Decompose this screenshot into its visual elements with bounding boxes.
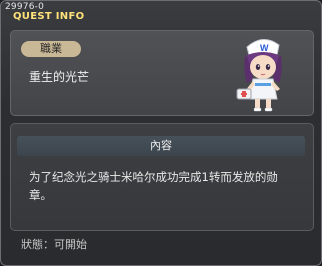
quest-content-panel: 內容 为了纪念光之骑士米哈尔成功完成1转而发放的勋章。 bbox=[10, 123, 314, 231]
quest-summary-panel: 職業 重生的光芒 W bbox=[10, 30, 314, 116]
content-text: 为了纪念光之骑士米哈尔成功完成1转而发放的勋章。 bbox=[29, 170, 278, 202]
quest-info-window: 29976-0 QUEST INFO 職業 重生的光芒 W 內容 为了纪念光之骑… bbox=[0, 0, 322, 266]
svg-text:W: W bbox=[260, 43, 269, 53]
job-badge: 職業 bbox=[21, 41, 81, 57]
window-title: QUEST INFO bbox=[13, 11, 85, 22]
npc-nurse-icon: W bbox=[236, 39, 282, 112]
content-header: 內容 bbox=[17, 136, 305, 156]
quest-status: 狀態：可開始 bbox=[21, 238, 87, 251]
quest-name: 重生的光芒 bbox=[29, 70, 90, 84]
